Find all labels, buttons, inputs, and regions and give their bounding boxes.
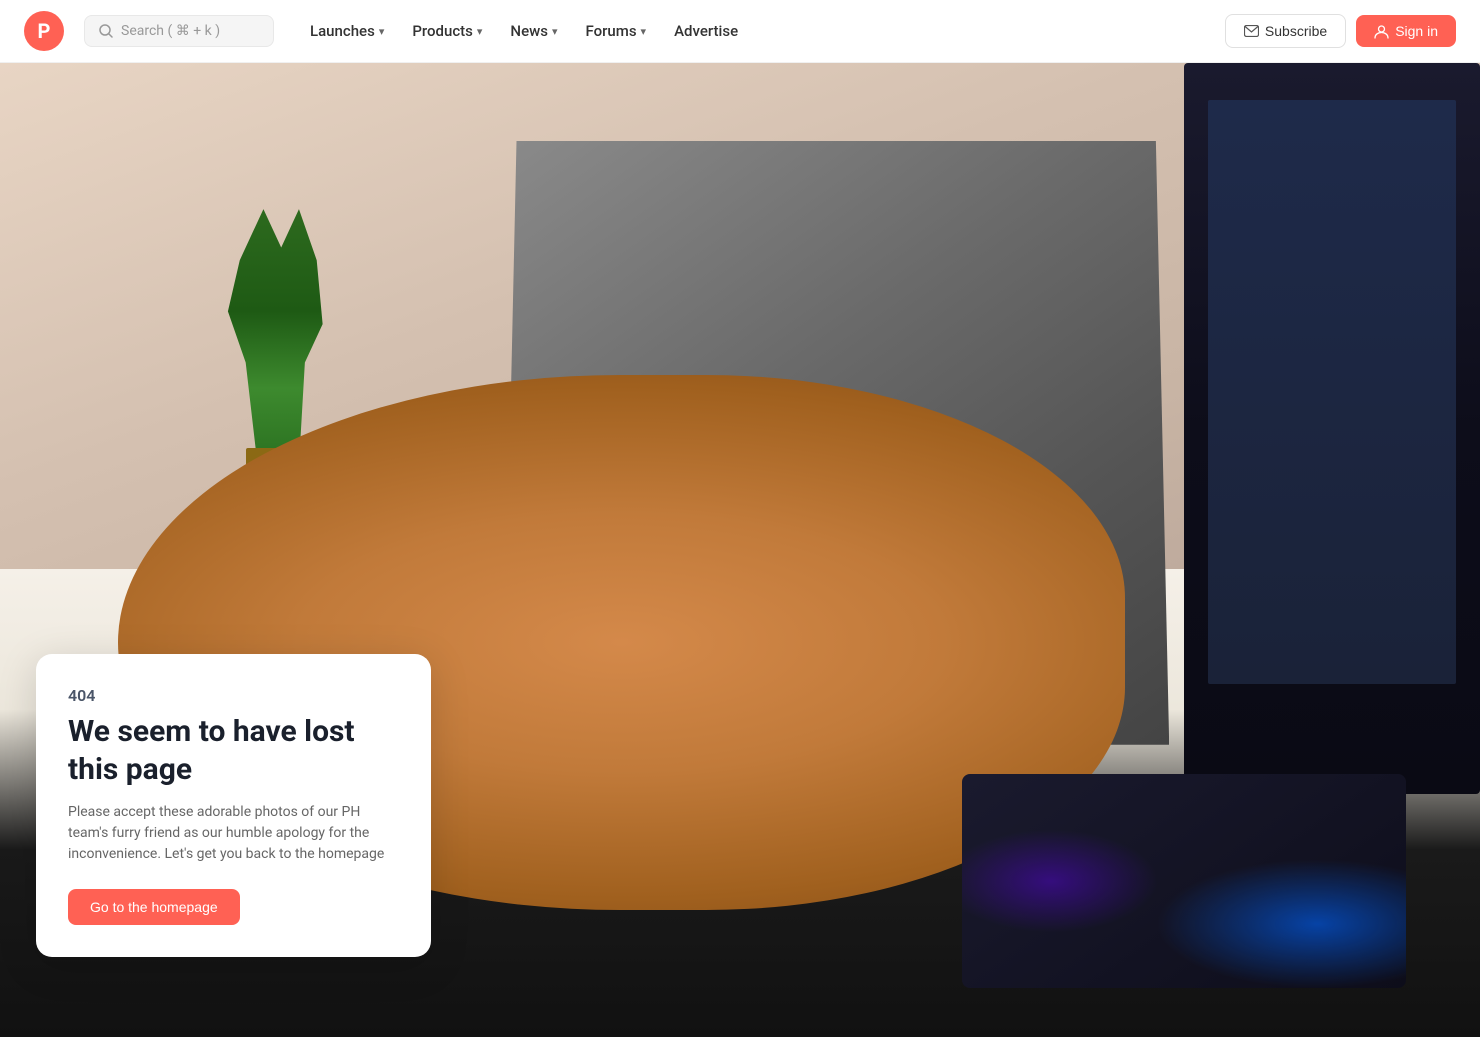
search-bar[interactable]: Search ( ⌘ + k ): [84, 15, 274, 47]
nav-label-products: Products: [412, 22, 473, 40]
nav-label-news: News: [510, 22, 548, 40]
error-title: We seem to have lost this page: [68, 713, 399, 788]
logo[interactable]: P: [24, 11, 64, 51]
error-card: 404 We seem to have lost this page Pleas…: [36, 654, 431, 957]
monitor-screen: [1208, 100, 1457, 684]
search-icon: [99, 24, 113, 38]
nav-item-news[interactable]: News ▾: [498, 14, 569, 48]
keyboard: [962, 774, 1406, 988]
nav-label-forums: Forums: [585, 22, 636, 40]
nav-item-advertise[interactable]: Advertise: [662, 14, 750, 48]
signin-button[interactable]: Sign in: [1356, 15, 1456, 47]
keyboard-rgb-glow: [962, 774, 1406, 988]
nav-label-launches: Launches: [310, 22, 375, 40]
nav-item-forums[interactable]: Forums ▾: [573, 14, 658, 48]
search-placeholder: Search ( ⌘ + k ): [121, 23, 220, 39]
email-icon: [1244, 25, 1259, 37]
nav-actions: Subscribe Sign in: [1225, 14, 1456, 48]
chevron-down-icon: ▾: [552, 25, 558, 38]
nav-item-products[interactable]: Products ▾: [400, 14, 494, 48]
error-code: 404: [68, 686, 399, 705]
nav-item-launches[interactable]: Launches ▾: [298, 14, 396, 48]
navbar: P Search ( ⌘ + k ) Launches ▾ Products ▾…: [0, 0, 1480, 63]
subscribe-button[interactable]: Subscribe: [1225, 14, 1346, 48]
chevron-down-icon: ▾: [477, 25, 483, 38]
go-to-homepage-button[interactable]: Go to the homepage: [68, 889, 240, 925]
logo-circle: P: [24, 11, 64, 51]
chevron-down-icon: ▾: [379, 25, 385, 38]
subscribe-label: Subscribe: [1265, 23, 1327, 39]
error-description: Please accept these adorable photos of o…: [68, 802, 399, 865]
user-icon: [1374, 24, 1389, 39]
hero-section: 404 We seem to have lost this page Pleas…: [0, 63, 1480, 1037]
nav-links: Launches ▾ Products ▾ News ▾ Forums ▾ Ad…: [298, 14, 1217, 48]
chevron-down-icon: ▾: [641, 25, 647, 38]
signin-label: Sign in: [1395, 23, 1438, 39]
nav-label-advertise: Advertise: [674, 22, 738, 40]
monitor: [1184, 63, 1480, 794]
